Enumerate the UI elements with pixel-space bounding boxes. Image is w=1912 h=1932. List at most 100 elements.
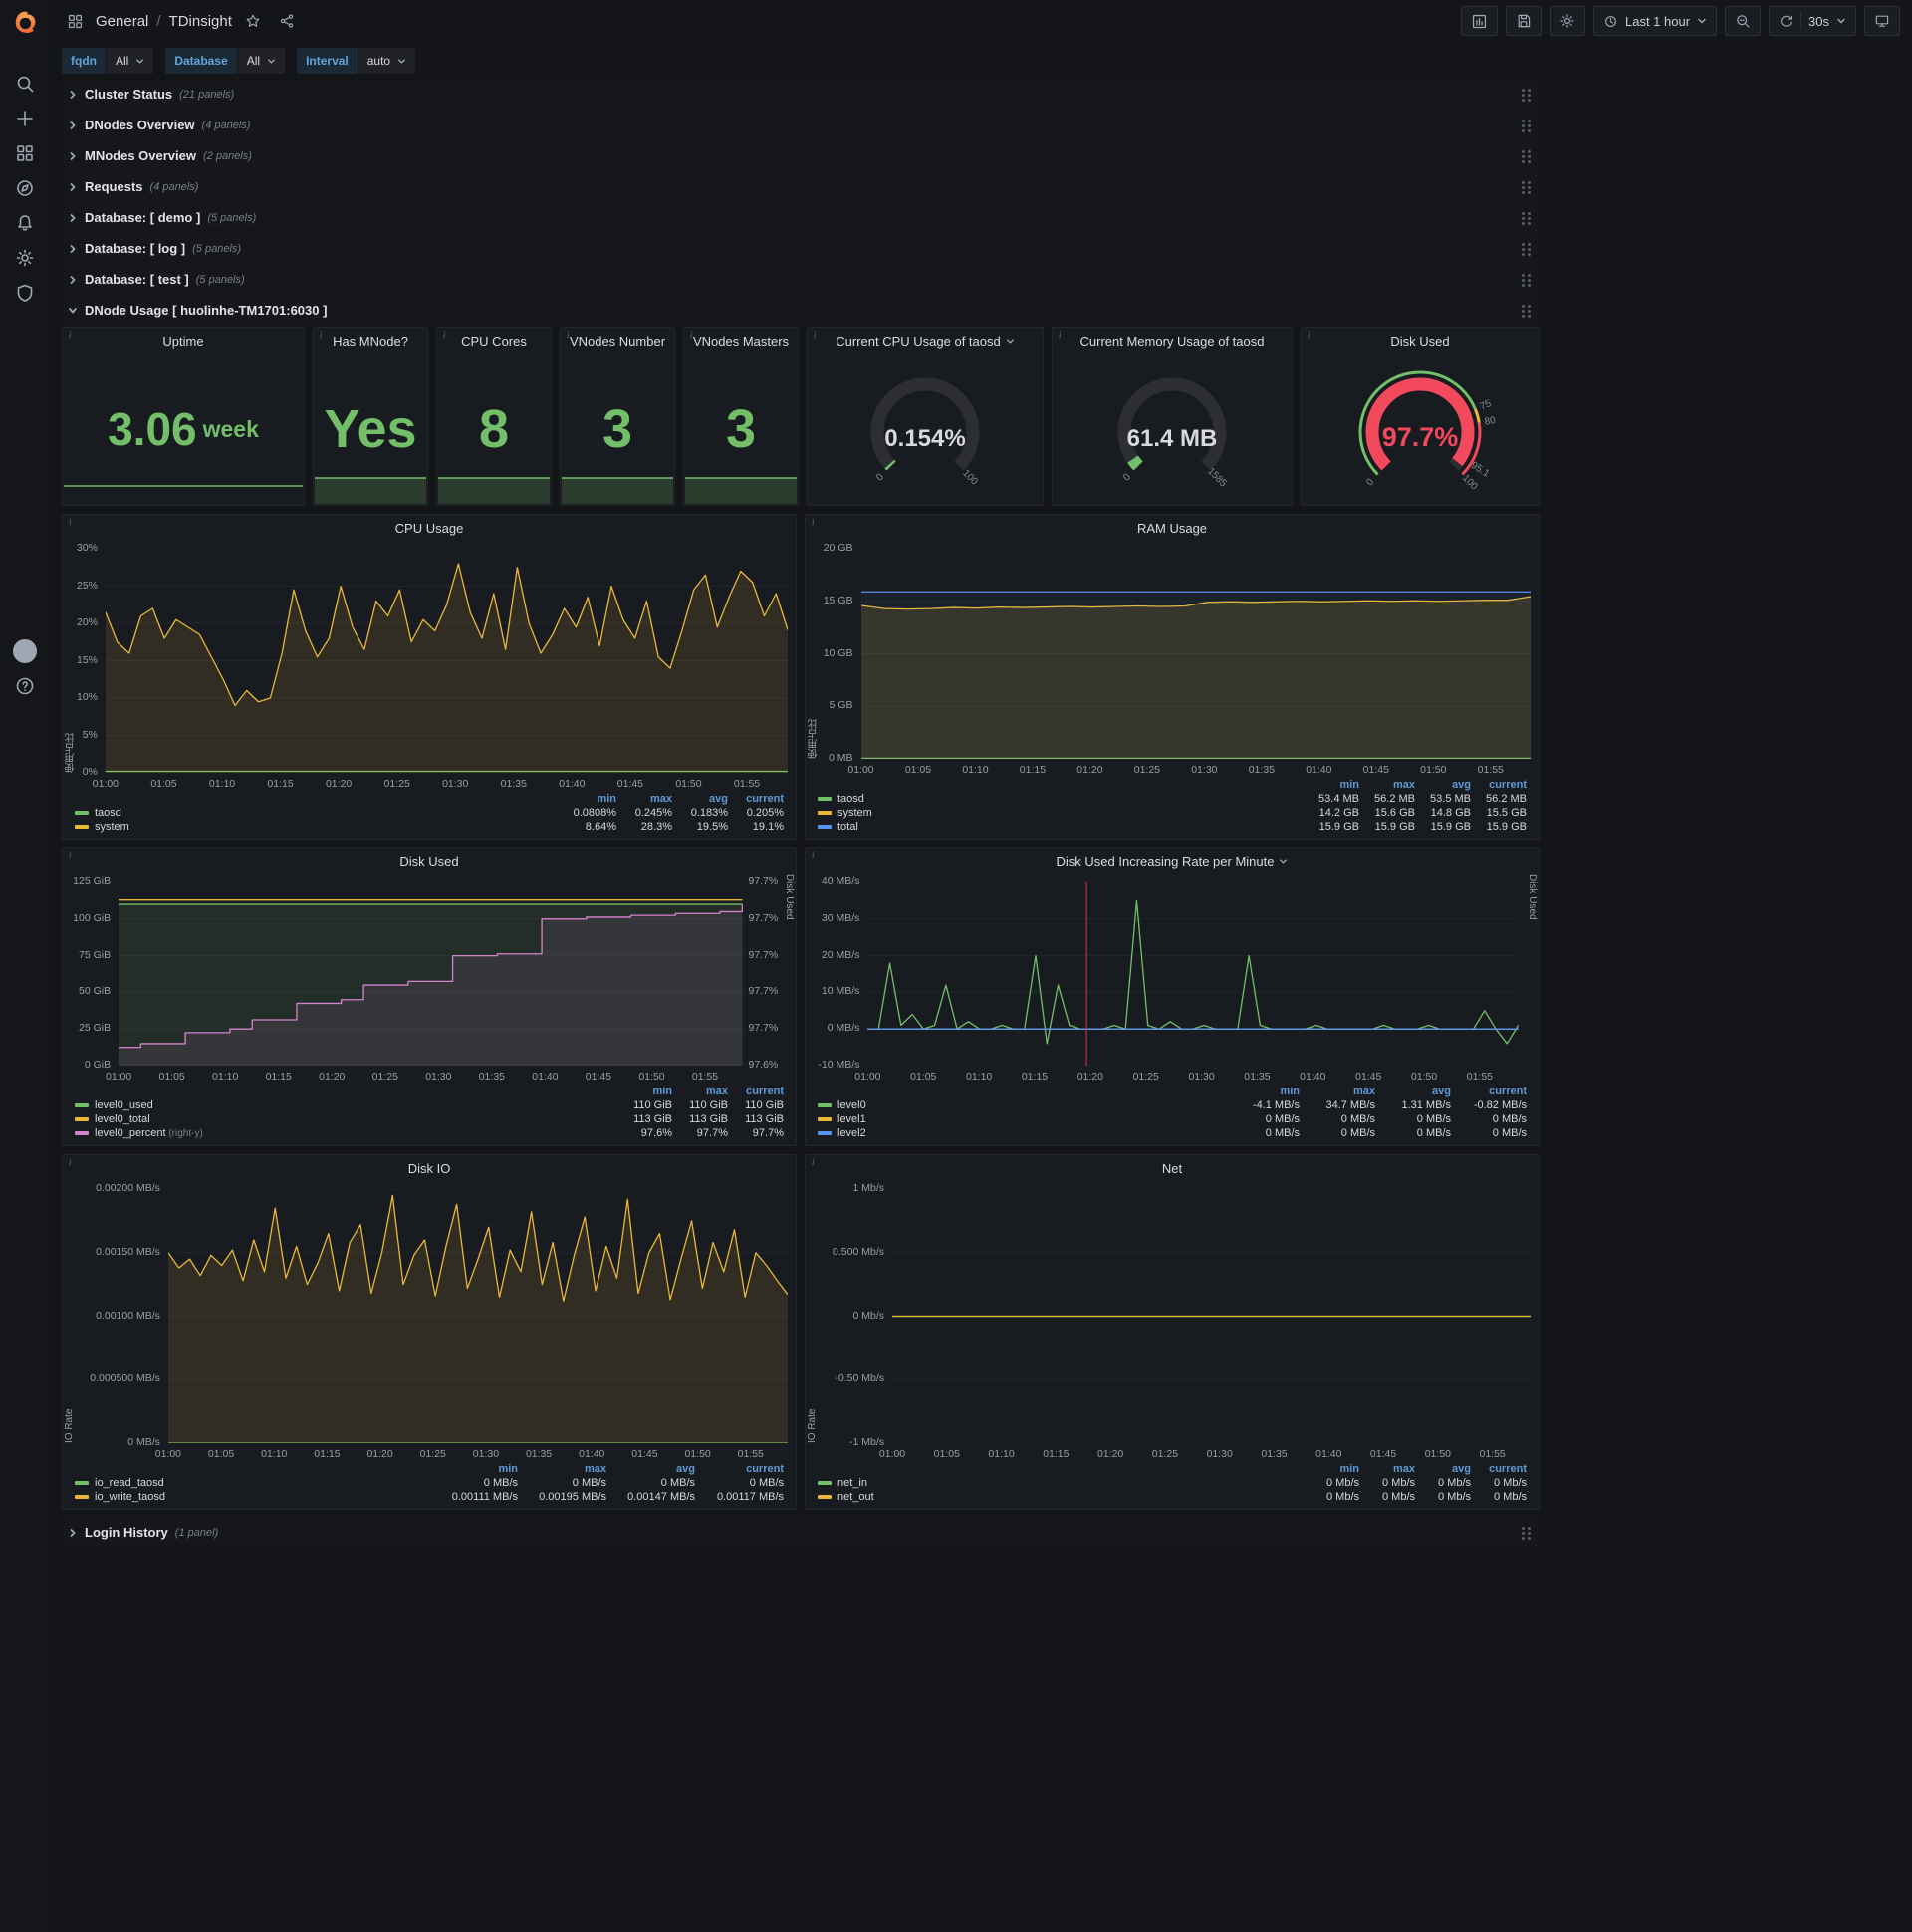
plot-area[interactable] [892,1189,1531,1443]
legend-series[interactable]: system [814,806,1308,820]
info-icon[interactable]: i [66,329,75,341]
user-avatar[interactable] [0,633,50,668]
row-collapsed-4[interactable]: Database: [ demo ] (5 panels) [62,203,1540,232]
share-icon[interactable] [274,8,300,34]
legend-column-max[interactable]: max [676,1085,732,1098]
legend-series[interactable]: taosd [814,792,1308,806]
star-icon[interactable] [240,8,266,34]
legend-column-max[interactable]: max [1363,1462,1419,1476]
alerting-bell-icon[interactable] [0,205,50,240]
legend-series[interactable]: net_in [814,1476,1308,1490]
panel-title[interactable]: VNodes Masters [684,328,798,354]
plot-area[interactable] [860,549,1531,759]
legend-series-name[interactable]: system [95,821,129,833]
legend-column-min[interactable]: min [565,792,620,806]
legend-series-name[interactable]: level0_total [95,1113,150,1125]
avatar[interactable] [13,638,37,663]
legend-column-current[interactable]: current [699,1462,788,1476]
legend-series[interactable]: net_out [814,1490,1308,1504]
legend-series[interactable]: level2 [814,1126,1228,1140]
legend-series[interactable]: level1 [814,1112,1228,1126]
row-drag-handle[interactable] [1522,305,1532,318]
save-dashboard-button[interactable] [1505,6,1542,36]
legend-column-max[interactable]: max [620,792,676,806]
legend-series[interactable]: level0 [814,1098,1228,1112]
configuration-gear-icon[interactable] [0,240,50,275]
legend-series-name[interactable]: taosd [837,793,864,805]
dashboard-settings-button[interactable] [1549,6,1585,36]
panel-title[interactable]: Net [806,1155,1539,1181]
info-icon[interactable]: i [809,516,818,528]
legend-series-name[interactable]: net_out [837,1491,874,1503]
legend-series[interactable]: level0_used [71,1098,620,1112]
panel-title[interactable]: CPU Cores [437,328,551,354]
create-plus-icon[interactable] [0,101,50,135]
legend-column-avg[interactable]: avg [676,792,732,806]
legend-column-avg[interactable]: avg [610,1462,699,1476]
legend-column-max[interactable]: max [1363,778,1419,792]
row-drag-handle[interactable] [1522,1527,1532,1540]
panel-title[interactable]: VNodes Number [561,328,674,354]
grafana-logo[interactable] [11,9,39,42]
row-drag-handle[interactable] [1522,150,1532,163]
legend-series-name[interactable]: level2 [837,1127,866,1139]
info-icon[interactable]: i [1056,329,1065,341]
legend-column-current[interactable]: current [732,792,788,806]
dashboards-icon[interactable] [0,135,50,170]
legend-series[interactable]: taosd [71,806,565,820]
row-collapsed-3[interactable]: Requests (4 panels) [62,172,1540,201]
panel-title[interactable]: Disk Used [63,848,796,874]
panel-title[interactable]: CPU Usage [63,515,796,541]
legend-column-min[interactable]: min [1228,1085,1304,1098]
row-drag-handle[interactable] [1522,181,1532,194]
breadcrumb-folder[interactable]: General [96,13,148,30]
legend-column-current[interactable]: current [1475,1462,1531,1476]
legend-series-name[interactable]: level0_used [95,1099,153,1111]
legend-series-name[interactable]: level0_percent [95,1127,166,1139]
add-panel-button[interactable] [1460,6,1498,36]
plot-area[interactable] [167,1189,788,1443]
row-drag-handle[interactable] [1522,89,1532,102]
legend-series[interactable]: io_read_taosd [71,1476,433,1490]
legend-series-name[interactable]: net_in [837,1477,867,1489]
legend-series[interactable]: total [814,820,1308,834]
legend-column-current[interactable]: current [732,1085,788,1098]
explore-compass-icon[interactable] [0,170,50,205]
legend-series-name[interactable]: io_write_taosd [95,1491,165,1503]
variable-interval-value[interactable]: auto [358,48,416,74]
legend-series-name[interactable]: taosd [95,807,121,819]
panel-title[interactable]: Uptime [63,328,304,354]
variable-fqdn-value[interactable]: All [107,48,154,74]
plot-area[interactable] [867,882,1519,1066]
legend-column-min[interactable]: min [1308,778,1363,792]
legend-column-max[interactable]: max [522,1462,610,1476]
row-drag-handle[interactable] [1522,274,1532,287]
legend-column-max[interactable]: max [1304,1085,1379,1098]
breadcrumb-dashboard-title[interactable]: TDinsight [169,13,232,30]
variable-database-value[interactable]: All [237,48,286,74]
legend-series-name[interactable]: level1 [837,1113,866,1125]
legend-series[interactable]: io_write_taosd [71,1490,433,1504]
panel-title[interactable]: Current Memory Usage of taosd [1053,328,1292,354]
refresh-interval-picker[interactable]: 30s [1769,6,1856,36]
info-icon[interactable]: i [66,516,75,528]
info-icon[interactable]: i [1305,329,1314,341]
info-icon[interactable]: i [687,329,696,341]
search-icon[interactable] [0,66,50,101]
legend-column-avg[interactable]: avg [1419,1462,1475,1476]
legend-series-name[interactable]: total [837,821,858,833]
row-collapsed-0[interactable]: Cluster Status (21 panels) [62,80,1540,109]
row-collapsed-6[interactable]: Database: [ test ] (5 panels) [62,265,1540,294]
legend-column-avg[interactable]: avg [1419,778,1475,792]
row-drag-handle[interactable] [1522,212,1532,225]
plot-area[interactable] [119,882,743,1066]
legend-column-current[interactable]: current [1455,1085,1531,1098]
admin-shield-icon[interactable] [0,275,50,310]
help-icon[interactable] [0,668,50,703]
info-icon[interactable]: i [66,849,75,861]
legend-series-name[interactable]: io_read_taosd [95,1477,164,1489]
legend-series[interactable]: level0_percent (right-y) [71,1126,620,1140]
legend-column-current[interactable]: current [1475,778,1531,792]
legend-series[interactable]: level0_total [71,1112,620,1126]
panel-title[interactable]: Disk Used Increasing Rate per Minute [806,848,1539,874]
